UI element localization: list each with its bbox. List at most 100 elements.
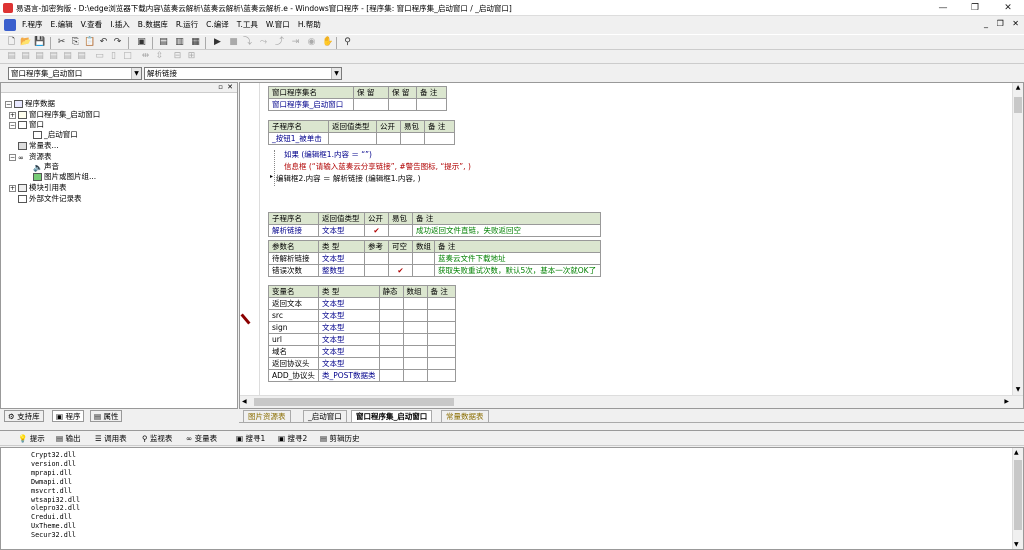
space-h-icon[interactable]: ⇹ — [140, 51, 151, 62]
step-over-icon[interactable]: ⤳ — [258, 37, 269, 48]
collapse-icon[interactable]: − — [9, 153, 16, 161]
chevron-down-icon[interactable]: ▼ — [131, 68, 141, 79]
tab-program[interactable]: ▣ 程序 — [52, 410, 85, 422]
tree-item-module-refs[interactable]: + 模块引用表 — [9, 183, 67, 193]
table-cell[interactable] — [353, 98, 389, 111]
scroll-down-icon[interactable]: ▼ — [1014, 541, 1019, 548]
align-bottom-icon[interactable]: ▤ — [76, 51, 87, 62]
align-top-icon[interactable]: ▤ — [48, 51, 59, 62]
hand-icon[interactable]: ✋ — [322, 37, 333, 48]
table-cell[interactable]: 成功返回文件直链，失败返回空 — [412, 224, 601, 237]
table-cell[interactable]: 文本型 — [318, 309, 380, 322]
tree-item-assembly[interactable]: + 窗口程序集_启动窗口 — [9, 110, 100, 120]
table-row[interactable]: 域名 文本型 — [268, 345, 456, 358]
table-cell[interactable]: 错误次数 — [268, 264, 319, 277]
code-editor[interactable]: 窗口程序集名 保 留 保 留 备 注 窗口程序集_启动窗口 子程序名 返回值类型… — [239, 82, 1024, 409]
table-cell[interactable]: 蓝奏云文件下载地址 — [434, 252, 601, 265]
table-cell[interactable]: src — [268, 309, 319, 322]
layout-icon[interactable]: ▤ — [158, 37, 169, 48]
tab-clipboard-history[interactable]: ▤ 剪辑历史 — [320, 433, 359, 445]
align-right-icon[interactable]: ▤ — [34, 51, 45, 62]
stop-icon[interactable]: ■ — [228, 37, 239, 48]
copy-icon[interactable]: ⎘ — [70, 37, 81, 48]
tab-call-stack[interactable]: ☰ 调用表 — [95, 433, 127, 445]
table-cell[interactable]: 文本型 — [318, 252, 365, 265]
table-cell[interactable] — [400, 132, 425, 145]
subroutine-select[interactable]: 解析链接 ▼ — [144, 67, 342, 80]
tab-start-window[interactable]: _启动窗口 — [303, 410, 347, 423]
horizontal-scrollbar[interactable]: ◀ ▶ — [240, 395, 1023, 408]
table-cell[interactable]: 解析链接 — [268, 224, 319, 237]
table-cell[interactable] — [388, 224, 413, 237]
table-cell[interactable] — [388, 98, 417, 111]
menu-run[interactable]: R.运行 — [172, 17, 202, 33]
table-cell[interactable]: 待解析链接 — [268, 252, 319, 265]
find-icon[interactable]: ▣ — [136, 37, 147, 48]
table-cell[interactable]: 获取失败重试次数，默认5次，基本一次就OK了 — [434, 264, 601, 277]
code-line[interactable]: 如果 (编辑框1.内容 ＝ “”) — [284, 149, 372, 160]
table-row[interactable]: 返回文本 文本型 — [268, 297, 456, 310]
table-cell[interactable]: 返回协议头 — [268, 357, 319, 370]
table-cell[interactable]: 文本型 — [318, 297, 380, 310]
assembly-select[interactable]: 窗口程序集_启动窗口 ▼ — [8, 67, 142, 80]
table-cell[interactable] — [364, 252, 389, 265]
tab-output[interactable]: ▤ 输出 — [56, 433, 80, 445]
table-cell[interactable] — [328, 132, 377, 145]
run-icon[interactable]: ▶ — [212, 37, 223, 48]
tab-search2[interactable]: ▣ 搜寻2 — [278, 433, 307, 445]
table-cell[interactable]: url — [268, 333, 319, 346]
menu-help[interactable]: H.帮助 — [294, 17, 325, 33]
table-cell[interactable]: _按钮1_被单击 — [268, 132, 329, 145]
tab-hint[interactable]: 💡 提示 — [18, 433, 45, 445]
table-cell[interactable]: sign — [268, 321, 319, 334]
same-size-icon[interactable]: □ — [122, 51, 133, 62]
tree-item-constants[interactable]: 常量表... — [18, 141, 59, 151]
run-to-cursor-icon[interactable]: ⇥ — [290, 37, 301, 48]
code-line[interactable]: 编辑框2.内容 ＝ 解析链接 (编辑框1.内容, ) — [276, 173, 421, 184]
scroll-down-icon[interactable]: ▼ — [1014, 386, 1022, 394]
tab-window-assembly[interactable]: 窗口程序集_启动窗口 — [351, 410, 433, 423]
scroll-right-icon[interactable]: ▶ — [1004, 398, 1009, 405]
scroll-up-icon[interactable]: ▲ — [1014, 449, 1019, 456]
table-row[interactable]: url 文本型 — [268, 333, 456, 346]
menu-view[interactable]: V.查看 — [77, 17, 107, 33]
table-cell[interactable] — [364, 264, 389, 277]
table-cell[interactable]: 文本型 — [318, 333, 380, 346]
table-cell[interactable]: 返回文本 — [268, 297, 319, 310]
menu-insert[interactable]: I.插入 — [106, 17, 134, 33]
public-check-icon[interactable]: ✔ — [364, 224, 389, 237]
vertical-scrollbar[interactable]: ▲ ▼ — [1012, 83, 1023, 395]
scroll-thumb[interactable] — [1014, 460, 1022, 530]
table-cell[interactable]: 窗口程序集_启动窗口 — [268, 98, 354, 111]
nullable-check-icon[interactable]: ✔ — [388, 264, 413, 277]
paste-icon[interactable]: 📋 — [84, 37, 95, 48]
tab-image-resources[interactable]: 图片资源表 — [243, 410, 291, 423]
scroll-thumb[interactable] — [254, 398, 454, 406]
open-folder-icon[interactable]: 📂 — [20, 37, 31, 48]
align-left-icon[interactable]: ▤ — [6, 51, 17, 62]
tab-watch[interactable]: ⚲ 监视表 — [142, 433, 172, 445]
tab-variables[interactable]: ∞ 变量表 — [186, 433, 217, 445]
table-row[interactable]: sign 文本型 — [268, 321, 456, 334]
expand-icon[interactable]: + — [9, 111, 16, 119]
table-cell[interactable] — [388, 252, 413, 265]
table-cell[interactable]: ADD_协议头 — [268, 369, 319, 382]
minimize-button[interactable]: — — [928, 0, 958, 16]
menu-compile[interactable]: C.编译 — [202, 17, 233, 33]
collapse-icon[interactable]: − — [5, 100, 12, 108]
center-h-icon[interactable]: ⊟ — [172, 51, 183, 62]
same-height-icon[interactable]: ▯ — [108, 51, 119, 62]
tree-item-external-files[interactable]: 外部文件记录表 — [18, 194, 82, 204]
table-cell[interactable]: 域名 — [268, 345, 319, 358]
tree-root[interactable]: − 程序数据 — [5, 99, 55, 109]
scroll-left-icon[interactable]: ◀ — [242, 398, 247, 405]
table-cell[interactable]: 类_POST数据类 — [318, 369, 380, 382]
table-cell[interactable]: 文本型 — [318, 224, 365, 237]
tab-properties[interactable]: ▤ 属性 — [90, 410, 123, 422]
search-binoculars-icon[interactable]: ⚲ — [342, 37, 353, 48]
table-row[interactable]: ADD_协议头 类_POST数据类 — [268, 369, 456, 382]
app-menu-icon[interactable] — [4, 19, 16, 31]
menu-window[interactable]: W.窗口 — [262, 17, 294, 33]
tree-item-images[interactable]: 图片或图片组... — [33, 172, 96, 182]
table-cell[interactable]: 整数型 — [318, 264, 365, 277]
